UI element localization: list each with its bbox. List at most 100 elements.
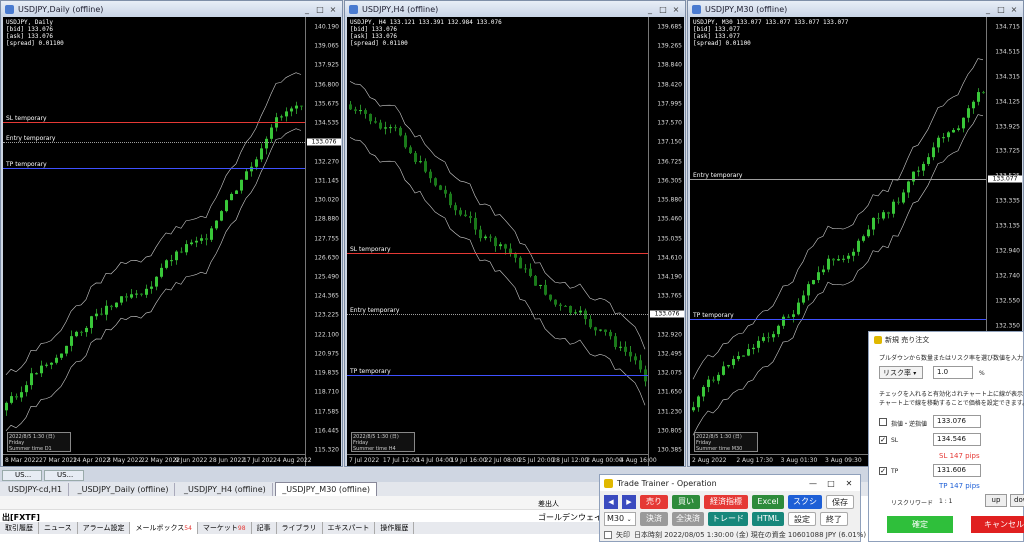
tab-library[interactable]: ライブラリ (277, 522, 323, 534)
price-axis[interactable]: 139.685 139.265 138.840 138.420 137.995 137.5… (648, 17, 684, 466)
candle (30, 373, 33, 386)
sell-button[interactable]: 売り (640, 495, 668, 509)
candle (125, 296, 128, 298)
candle (95, 313, 98, 317)
economic-indicator-button[interactable]: 経済指標 (704, 495, 748, 509)
price-tick: 137.150 (657, 138, 682, 146)
tab-journal[interactable]: 操作履歴 (375, 522, 415, 534)
candle (519, 257, 522, 269)
time-axis[interactable]: 7 Jul 2022 17 Jul 12:00 14 Jul 04:00 19 Jul… (347, 454, 657, 466)
risk-value-input[interactable]: 1.0 (933, 366, 973, 379)
minimized-window[interactable]: US... (44, 470, 84, 481)
chart-window-h4[interactable]: USDJPY,H4 (offline) _ □ × USDJPY, H4 133.1… (344, 0, 686, 467)
sl-price-input[interactable]: 134.546 (933, 433, 981, 446)
candle (609, 331, 612, 337)
excel-button[interactable]: Excel (752, 495, 784, 509)
sl-checkbox[interactable]: ✓ (879, 436, 887, 444)
order-title-bar[interactable]: 新規 売り注文 (869, 332, 1023, 347)
tab-articles[interactable]: 記事 (252, 522, 277, 534)
price-tick: 131.650 (657, 388, 682, 396)
price-chart[interactable]: USDJPY, H4 133.121 133.391 132.984 133.0… (347, 17, 684, 466)
tab-alarms[interactable]: アラーム設定 (78, 522, 131, 534)
tab-usdjpy-h4[interactable]: _USDJPY_H4 (offline) (178, 483, 273, 496)
minimize-icon[interactable]: _ (302, 5, 312, 14)
buy-button[interactable]: 買い (672, 495, 700, 509)
candle (215, 220, 218, 229)
level-line[interactable] (347, 252, 648, 254)
level-line-label: Entry temporary (693, 171, 743, 179)
tp-price-input[interactable]: 131.606 (933, 464, 981, 477)
tab-usdjpy-h1[interactable]: USDJPY-cd,H1 (2, 483, 70, 496)
tab-usdjpy-daily[interactable]: _USDJPY_Daily (offline) (72, 483, 176, 496)
minimize-icon[interactable]: _ (983, 5, 993, 14)
step-forward-button[interactable]: ▶ (622, 495, 636, 509)
trade-trainer-window[interactable]: Trade Trainer - Operation — □ ✕ ◀ ▶ 売り 買… (599, 474, 866, 542)
time-axis[interactable]: 8 Mar 2022 27 Mar 2022 14 Apr 2022 3 May 20… (3, 454, 312, 466)
html-button[interactable]: HTML (752, 512, 784, 526)
level-line[interactable] (3, 167, 305, 169)
minimize-icon[interactable]: _ (645, 5, 655, 14)
chart-window-daily[interactable]: USDJPY,Daily (offline) _ □ × USDJPY, Daily… (0, 0, 343, 467)
maximize-icon[interactable]: □ (996, 5, 1006, 14)
close-icon[interactable]: ✕ (842, 479, 856, 488)
maximize-icon[interactable]: □ (315, 5, 325, 14)
order-dialog[interactable]: 新規 売り注文 プルダウンから数量またはリスク率を選び数値を入力してくださ リス… (868, 331, 1024, 542)
tab-news[interactable]: ニュース (39, 522, 78, 534)
close-icon[interactable]: × (328, 5, 338, 14)
candle (559, 304, 562, 306)
level-line[interactable] (347, 375, 648, 377)
step-back-button[interactable]: ◀ (604, 495, 618, 509)
up-button[interactable]: up (985, 494, 1007, 507)
exit-button[interactable]: 終了 (820, 512, 848, 526)
candle (554, 299, 557, 305)
arrow-checkbox[interactable] (604, 531, 612, 539)
chart-title-bar[interactable]: USDJPY,Daily (offline) _ □ × (1, 1, 342, 17)
price-axis[interactable]: 140.190 139.065 137.925 136.800 135.675 134.5… (305, 17, 341, 466)
level-line[interactable] (347, 314, 648, 316)
cancel-button[interactable]: キャンセル (971, 516, 1024, 533)
candle (449, 193, 452, 206)
maximize-icon[interactable]: □ (658, 5, 668, 14)
confirm-button[interactable]: 確定 (887, 516, 953, 533)
timeframe-select[interactable]: M30 ⌄ (604, 512, 636, 526)
close-icon[interactable]: × (671, 5, 681, 14)
candle (484, 236, 487, 239)
tab-mailbox[interactable]: メールボックス54 (130, 522, 198, 534)
maximize-icon[interactable]: □ (824, 479, 838, 488)
down-button[interactable]: dow (1010, 494, 1024, 507)
tab-usdjpy-m30[interactable]: _USDJPY_M30 (offline) (275, 482, 377, 496)
candle (50, 362, 53, 365)
price-tick: 138.420 (657, 81, 682, 89)
candle (180, 251, 183, 253)
tp-pips: TP 147 pips (939, 482, 980, 490)
tab-experts[interactable]: エキスパート (323, 522, 376, 534)
candle (414, 153, 417, 162)
level-line[interactable] (690, 178, 986, 180)
level-line[interactable] (3, 121, 305, 123)
tab-market[interactable]: マーケット98 (198, 522, 252, 534)
minimized-window[interactable]: US... (2, 470, 42, 481)
limit-price-input[interactable]: 133.076 (933, 415, 981, 428)
close-position-button[interactable]: 決済 (640, 512, 668, 526)
price-tick: 125.490 (314, 273, 339, 281)
level-line[interactable] (690, 318, 986, 320)
chart-title-bar[interactable]: USDJPY,M30 (offline) _ □ × (688, 1, 1023, 17)
tp-checkbox[interactable]: ✓ (879, 467, 887, 475)
symbol-info-line: [ask] 133.077 (693, 33, 740, 40)
close-all-button[interactable]: 全決済 (672, 512, 704, 526)
trainer-title-bar[interactable]: Trade Trainer - Operation — □ ✕ (600, 475, 860, 491)
price-chart[interactable]: USDJPY, Daily [bid] 133.076 [ask] 133.076[… (3, 17, 341, 466)
price-tick: 137.925 (314, 61, 339, 69)
settings-button[interactable]: 設定 (788, 512, 816, 526)
tab-trade-history[interactable]: 取引履歴 (0, 522, 39, 534)
minimize-icon[interactable]: — (806, 479, 820, 488)
save-button[interactable]: 保存 (826, 495, 854, 509)
level-line[interactable] (3, 141, 305, 143)
close-icon[interactable]: × (1009, 5, 1019, 14)
price-tick: 139.065 (314, 42, 339, 50)
limit-checkbox[interactable] (879, 418, 887, 426)
screenshot-button[interactable]: スクショ (788, 495, 822, 520)
chart-title-bar[interactable]: USDJPY,H4 (offline) _ □ × (345, 1, 685, 17)
trade-button[interactable]: トレード (708, 512, 748, 526)
mode-select[interactable]: リスク率 ▾ (879, 366, 923, 379)
